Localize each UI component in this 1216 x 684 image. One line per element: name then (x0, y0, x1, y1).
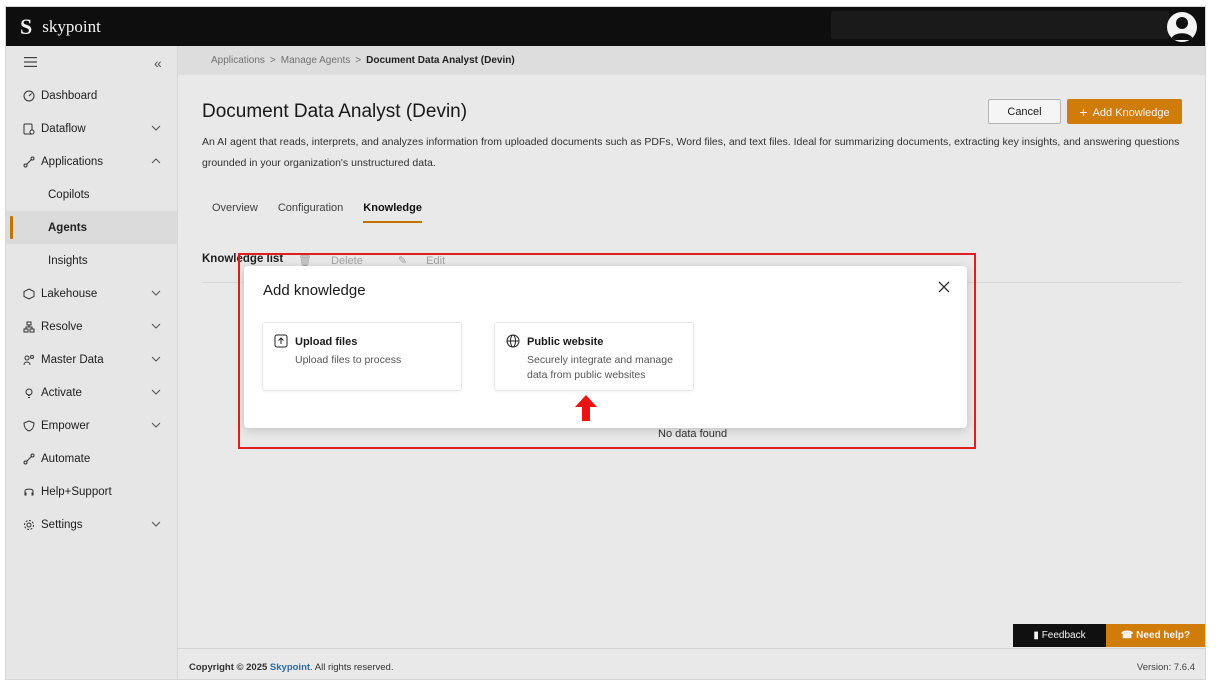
add-knowledge-dialog: Add knowledge Upload files Upload files … (244, 266, 967, 428)
red-arrow-indicator-icon (575, 395, 597, 421)
public-website-option[interactable]: Public website Securely integrate and ma… (494, 322, 694, 391)
dialog-title: Add knowledge (263, 282, 366, 299)
close-icon[interactable] (936, 279, 952, 295)
public-website-desc: Securely integrate and manage data from … (527, 354, 673, 381)
public-website-title: Public website (527, 336, 604, 348)
globe-icon (506, 334, 520, 348)
app-window: S skypoint « Dashboard Dataflow Applicat… (5, 6, 1206, 680)
upload-files-title: Upload files (295, 336, 358, 348)
upload-files-desc: Upload files to process (295, 354, 402, 366)
upload-files-option[interactable]: Upload files Upload files to process (262, 322, 462, 391)
upload-icon (274, 334, 288, 348)
